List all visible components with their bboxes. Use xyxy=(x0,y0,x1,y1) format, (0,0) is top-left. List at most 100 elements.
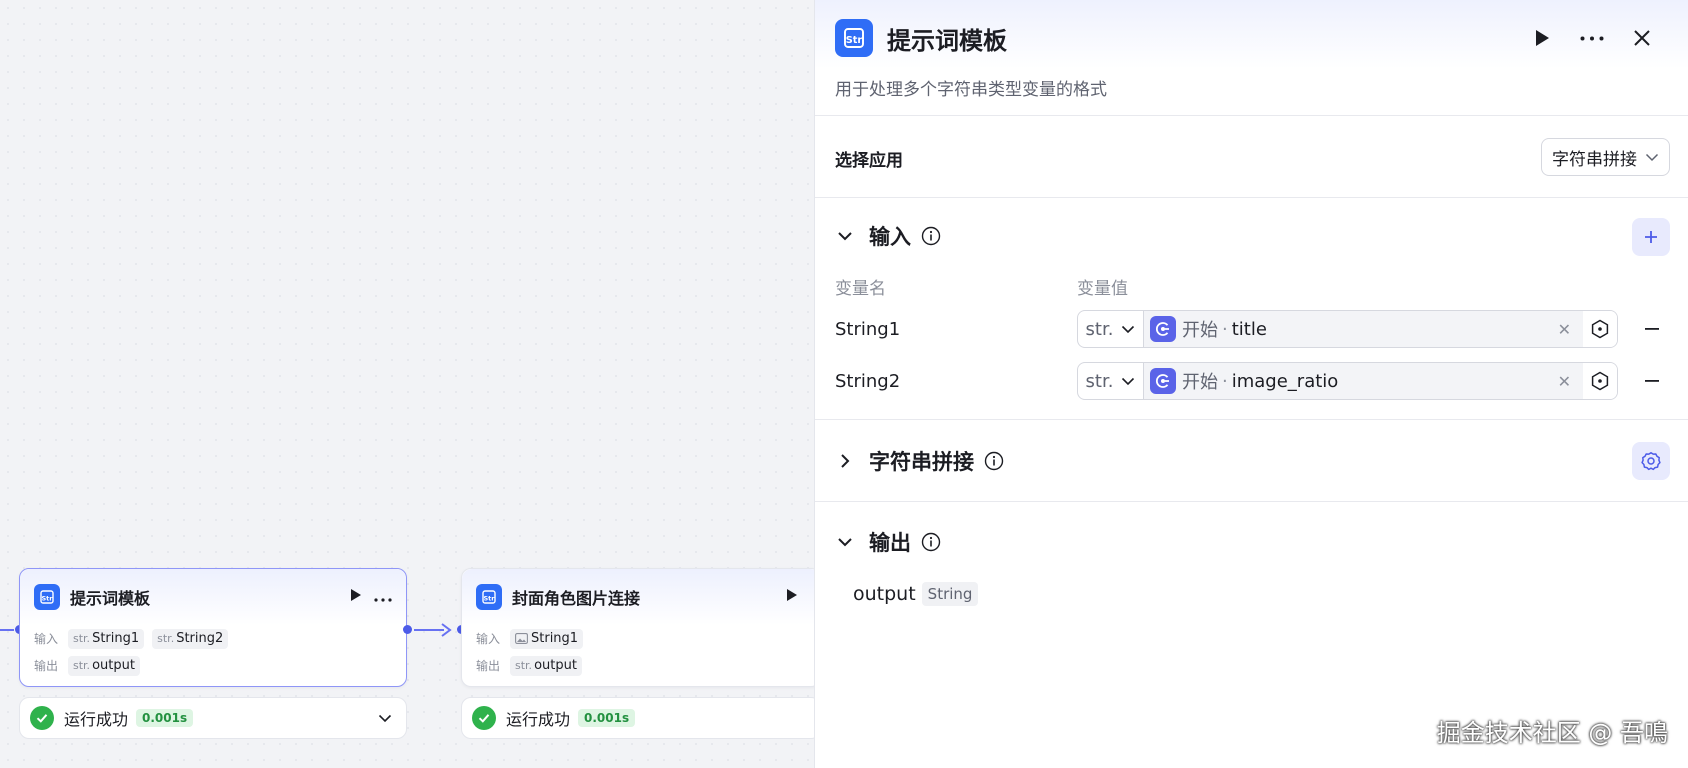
target-icon xyxy=(1591,371,1609,391)
success-check-icon xyxy=(472,706,496,730)
type-prefix: str. xyxy=(73,632,91,645)
chevron-down-icon[interactable] xyxy=(378,714,392,723)
info-icon[interactable] xyxy=(921,532,941,552)
variable-value-input: str. 开始 · title ✕ xyxy=(1077,310,1618,348)
type-select[interactable]: str. xyxy=(1078,311,1144,347)
reference-key: image_ratio xyxy=(1231,370,1339,392)
collapse-chevron-icon[interactable] xyxy=(835,231,855,241)
variable-reference[interactable]: 开始 · image_ratio ✕ xyxy=(1144,363,1583,399)
select-app-label: 选择应用 xyxy=(835,151,903,171)
variable-name: String1 xyxy=(835,318,901,340)
select-app-section: 选择应用 字符串拼接 xyxy=(815,116,1688,198)
edge-arrow-icon xyxy=(441,623,452,637)
chip-label: String1 xyxy=(92,631,140,646)
node-title: 提示词模板 xyxy=(70,589,151,608)
run-icon[interactable] xyxy=(350,588,362,606)
info-icon[interactable] xyxy=(921,226,941,246)
gear-icon xyxy=(1641,452,1661,471)
chevron-down-icon xyxy=(1645,153,1659,161)
chip-label: output xyxy=(92,658,135,673)
column-header-var-value: 变量值 xyxy=(1077,279,1128,299)
chip-label: String2 xyxy=(176,631,224,646)
minus-icon xyxy=(1645,380,1659,382)
node-inputs-row: 输入 str. String1 str. String2 xyxy=(20,625,406,652)
string-node-icon: Str xyxy=(34,584,60,610)
plus-icon xyxy=(1645,231,1657,243)
inputs-label: 输入 xyxy=(34,632,59,646)
variable-name: String2 xyxy=(835,370,901,392)
node2-run-status[interactable]: 运行成功 0.001s xyxy=(461,697,821,739)
variable-picker-button[interactable] xyxy=(1583,311,1617,347)
variable-reference[interactable]: 开始 · title ✕ xyxy=(1144,311,1583,347)
reference-key: title xyxy=(1231,318,1267,340)
incoming-edge xyxy=(0,629,14,631)
collapse-chevron-icon[interactable] xyxy=(835,537,855,547)
info-icon[interactable] xyxy=(984,451,1004,471)
clear-icon[interactable]: ✕ xyxy=(1558,320,1571,339)
type-prefix: str. xyxy=(515,659,533,672)
node-outputs-row: 输出 str. output xyxy=(20,652,406,679)
node1-run-status[interactable]: 运行成功 0.001s xyxy=(19,697,407,739)
variable-value-input: str. 开始 · image_ratio ✕ xyxy=(1077,362,1618,400)
input-chip: String1 xyxy=(510,628,584,649)
chevron-down-icon xyxy=(1122,325,1135,333)
panel-header: Str 提示词模板 用于处理多个字符串类型变量的格式 xyxy=(815,0,1688,116)
node1-output-handle[interactable] xyxy=(403,625,412,634)
target-icon xyxy=(1591,319,1609,339)
output-section: 输出 output String xyxy=(815,502,1688,702)
outputs-label: 输出 xyxy=(476,659,501,673)
node-header: Str 封面角色图片连接 xyxy=(462,569,820,625)
run-icon[interactable] xyxy=(1526,22,1558,54)
run-time-badge: 0.001s xyxy=(136,709,194,727)
clear-icon[interactable]: ✕ xyxy=(1558,372,1571,391)
more-icon[interactable] xyxy=(1576,22,1608,54)
type-prefix: str. xyxy=(73,659,91,672)
run-icon[interactable] xyxy=(786,588,798,606)
input-section-title: 输入 xyxy=(869,225,911,249)
expand-chevron-icon[interactable] xyxy=(835,453,855,469)
string-node-icon: Str xyxy=(476,584,502,610)
variable-picker-button[interactable] xyxy=(1583,363,1617,399)
type-select[interactable]: str. xyxy=(1078,363,1144,399)
outputs-label: 输出 xyxy=(34,659,59,673)
node-inputs-row: 输入 String1 xyxy=(462,625,820,652)
inputs-label: 输入 xyxy=(476,632,501,646)
chip-label: output xyxy=(534,658,577,673)
panel-description: 用于处理多个字符串类型变量的格式 xyxy=(835,80,1107,100)
variable-row: String2 str. 开始 · image_ratio ✕ xyxy=(835,362,1670,400)
output-type-badge: String xyxy=(921,582,979,606)
chip-label: String1 xyxy=(531,631,579,646)
output-section-title: 输出 xyxy=(869,531,911,555)
concat-settings-button[interactable] xyxy=(1632,442,1670,480)
reference-source: 开始 xyxy=(1182,320,1218,341)
concat-section: 字符串拼接 xyxy=(815,420,1688,502)
more-icon[interactable] xyxy=(374,588,392,606)
watermark: 掘金技术社区 @ 吾鳴 xyxy=(1436,719,1668,747)
status-text: 运行成功 xyxy=(64,710,129,729)
node-config-panel: Str 提示词模板 用于处理多个字符串类型变量的格式 选择应用 字符串拼接 输入… xyxy=(814,0,1688,768)
output-variable-name: output xyxy=(853,583,916,605)
close-icon[interactable] xyxy=(1626,22,1658,54)
type-select-value: str. xyxy=(1085,318,1114,340)
node-outputs-row: 输出 str. output xyxy=(462,652,820,679)
svg-text:Str: Str xyxy=(846,35,863,46)
success-check-icon xyxy=(30,706,54,730)
output-chip: str. output xyxy=(68,655,140,676)
type-prefix: str. xyxy=(157,632,175,645)
app-select[interactable]: 字符串拼接 xyxy=(1541,138,1670,176)
add-variable-button[interactable] xyxy=(1632,218,1670,256)
node-prompt-template[interactable]: Str 提示词模板 输入 str. String1 str. String2 输出 … xyxy=(19,568,407,687)
node-cover-image-link[interactable]: Str 封面角色图片连接 输入 String1 输出 str. output xyxy=(461,568,821,687)
input-chip: str. String2 xyxy=(152,628,229,649)
remove-variable-button[interactable] xyxy=(1640,380,1664,382)
node-title: 封面角色图片连接 xyxy=(512,589,641,608)
type-select-value: str. xyxy=(1085,370,1114,392)
string-node-icon: Str xyxy=(835,19,873,57)
panel-title: 提示词模板 xyxy=(887,26,1007,55)
minus-icon xyxy=(1645,328,1659,330)
variable-row: String1 str. 开始 · title ✕ xyxy=(835,310,1670,348)
remove-variable-button[interactable] xyxy=(1640,328,1664,330)
run-time-badge: 0.001s xyxy=(578,709,636,727)
concat-section-title: 字符串拼接 xyxy=(869,450,974,474)
output-chip: str. output xyxy=(510,655,582,676)
